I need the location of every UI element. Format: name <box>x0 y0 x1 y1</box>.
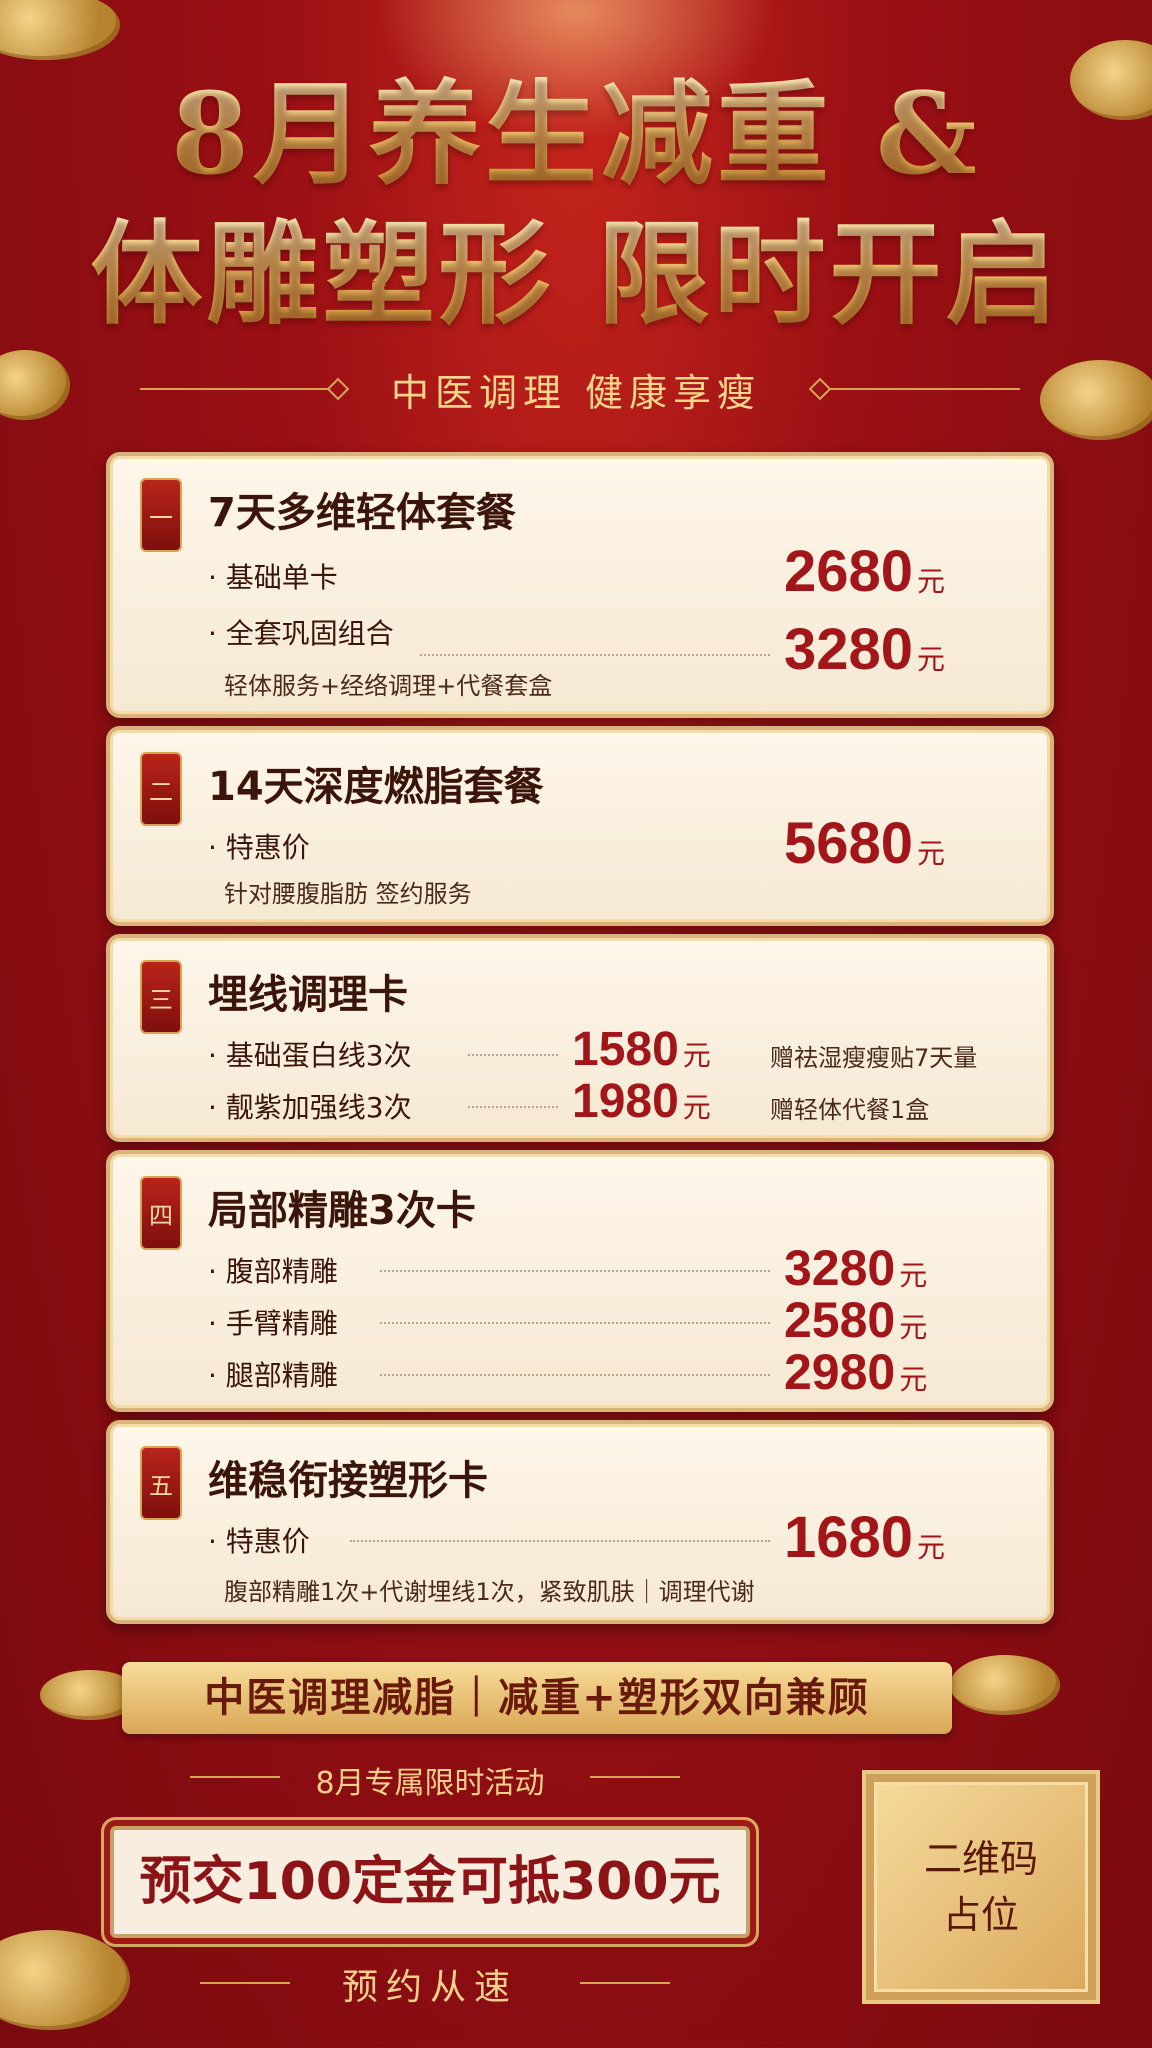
package-card-4: 四 局部精雕3次卡 · 腹部精雕 3280 元 · 手臂精雕 2580 元 · 腿部… <box>106 1150 1054 1412</box>
package-item-price: 5680 元 <box>784 811 946 876</box>
package-note: 针对腰腹脂肪 签约服务 <box>224 880 472 908</box>
dotted-leader <box>350 1540 770 1542</box>
package-item-label: · 特惠价 <box>208 1525 310 1558</box>
package-note: 轻体服务+经络调理+代餐套盒 <box>224 672 553 700</box>
package-card-3: 三 埋线调理卡 · 基础蛋白线3次 1580 元 赠祛湿瘦瘦贴7天量 · 靓紫加强… <box>106 934 1054 1142</box>
dotted-leader <box>468 1106 558 1108</box>
decorative-line <box>580 1982 670 1984</box>
package-item-price: 1980 元 <box>572 1075 711 1128</box>
qr-code-placeholder[interactable]: 二维码 占位 <box>862 1770 1100 2004</box>
package-item-price: 2980 元 <box>784 1344 928 1400</box>
package-badge: 四 <box>140 1176 182 1250</box>
cloud-ornament-icon <box>950 1655 1060 1715</box>
package-item-label: · 基础单卡 <box>208 561 338 594</box>
package-item-label: · 基础蛋白线3次 <box>208 1039 412 1072</box>
main-title-line2: 体雕塑形 限时开启 <box>0 210 1152 340</box>
package-title: 维稳衔接塑形卡 <box>208 1458 488 1504</box>
package-item-label: · 全套巩固组合 <box>208 617 394 650</box>
package-title: 局部精雕3次卡 <box>208 1188 476 1234</box>
package-item-label: · 腿部精雕 <box>208 1359 338 1392</box>
package-card-1: 一 7天多维轻体套餐 · 基础单卡 2680 元 · 全套巩固组合 3280 元 轻… <box>106 452 1054 718</box>
booking-call: 预约从速 <box>341 1967 518 2008</box>
qr-label-line1: 二维码 <box>923 1837 1038 1881</box>
main-title-line1: 8月养生减重 & <box>0 70 1152 200</box>
activity-label: 8月专属限时活动 <box>315 1766 545 1801</box>
package-gift: 赠祛湿瘦瘦贴7天量 <box>770 1044 978 1072</box>
package-item-label: · 腹部精雕 <box>208 1255 338 1288</box>
promo-banner: 中医调理减脂｜减重+塑形双向兼顾 <box>122 1662 952 1734</box>
package-card-5: 五 维稳衔接塑形卡 · 特惠价 1680 元 腹部精雕1次+代谢埋线1次，紧致肌肤… <box>106 1420 1054 1624</box>
dotted-leader <box>380 1322 770 1324</box>
package-item-label: · 手臂精雕 <box>208 1307 338 1340</box>
package-title: 埋线调理卡 <box>208 972 408 1018</box>
deposit-offer: 预交100定金可抵300元 <box>110 1826 750 1938</box>
package-badge: 三 <box>140 960 182 1034</box>
package-item-price: 1680 元 <box>784 1505 946 1570</box>
dotted-leader <box>468 1054 558 1056</box>
package-title: 14天深度燃脂套餐 <box>208 764 544 810</box>
cloud-ornament-icon <box>0 0 120 60</box>
package-item-label: · 特惠价 <box>208 831 310 864</box>
package-item-label: · 靓紫加强线3次 <box>208 1091 412 1124</box>
qr-label-line2: 占位 <box>942 1893 1019 1937</box>
decorative-line <box>830 388 1020 390</box>
package-title: 7天多维轻体套餐 <box>208 490 516 536</box>
dotted-leader <box>380 1270 770 1272</box>
package-badge: 二 <box>140 752 182 826</box>
package-gift: 赠轻体代餐1盒 <box>770 1096 930 1124</box>
package-card-2: 二 14天深度燃脂套餐 · 特惠价 5680 元 针对腰腹脂肪 签约服务 <box>106 726 1054 926</box>
decorative-line <box>590 1776 680 1778</box>
package-item-price: 2680 元 <box>784 539 946 604</box>
package-item-price: 3280 元 <box>784 617 946 682</box>
package-badge: 五 <box>140 1446 182 1520</box>
cloud-ornament-icon <box>0 1930 130 2030</box>
package-badge: 一 <box>140 478 182 552</box>
package-note: 腹部精雕1次+代谢埋线1次，紧致肌肤｜调理代谢 <box>224 1578 755 1606</box>
dotted-leader <box>380 1374 770 1376</box>
dotted-leader <box>420 654 770 656</box>
